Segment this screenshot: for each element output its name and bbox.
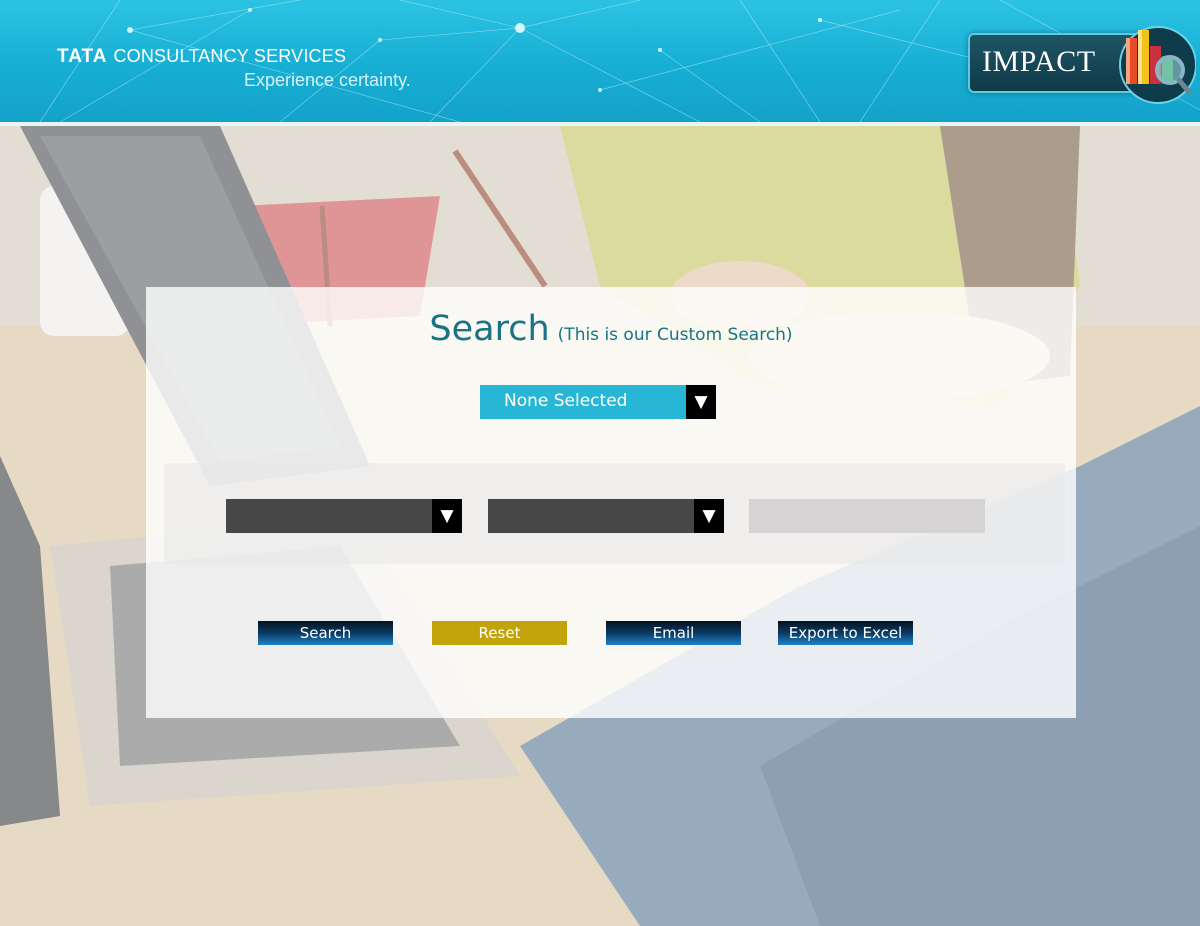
page-subtitle: (This is our Custom Search) xyxy=(557,325,793,345)
header-banner: TATA CONSULTANCY SERVICES Experience cert… xyxy=(0,0,1200,122)
dropdown-arrow-icon[interactable]: ▼ xyxy=(694,499,724,533)
tata-wordmark: TATA xyxy=(57,46,108,67)
search-button[interactable]: Search xyxy=(258,621,393,645)
email-button[interactable]: Email xyxy=(606,621,741,645)
filter-select-1[interactable]: ▼ xyxy=(226,499,462,533)
filter-select-2[interactable]: ▼ xyxy=(488,499,724,533)
app-logo-text: IMPACT xyxy=(982,45,1096,78)
export-to-excel-button[interactable]: Export to Excel xyxy=(778,621,913,645)
page-title: Search xyxy=(429,309,550,349)
company-name: CONSULTANCY SERVICES xyxy=(113,46,347,66)
filter-row: ▼ ▼ xyxy=(164,463,1065,564)
search-type-select[interactable]: None Selected ▼ xyxy=(480,385,716,419)
tcs-logo: TATA CONSULTANCY SERVICES xyxy=(57,46,346,68)
search-panel: Search (This is our Custom Search) None S… xyxy=(146,287,1076,718)
filter-text-input[interactable] xyxy=(749,499,985,533)
search-type-selected-value: None Selected xyxy=(504,391,628,411)
dropdown-arrow-icon[interactable]: ▼ xyxy=(686,385,716,419)
dropdown-arrow-icon[interactable]: ▼ xyxy=(432,499,462,533)
reset-button[interactable]: Reset xyxy=(432,621,567,645)
bar-chart-magnifier-icon xyxy=(1119,26,1196,104)
search-heading: Search (This is our Custom Search) xyxy=(146,287,1076,349)
company-tagline: Experience certainty. xyxy=(244,70,411,90)
